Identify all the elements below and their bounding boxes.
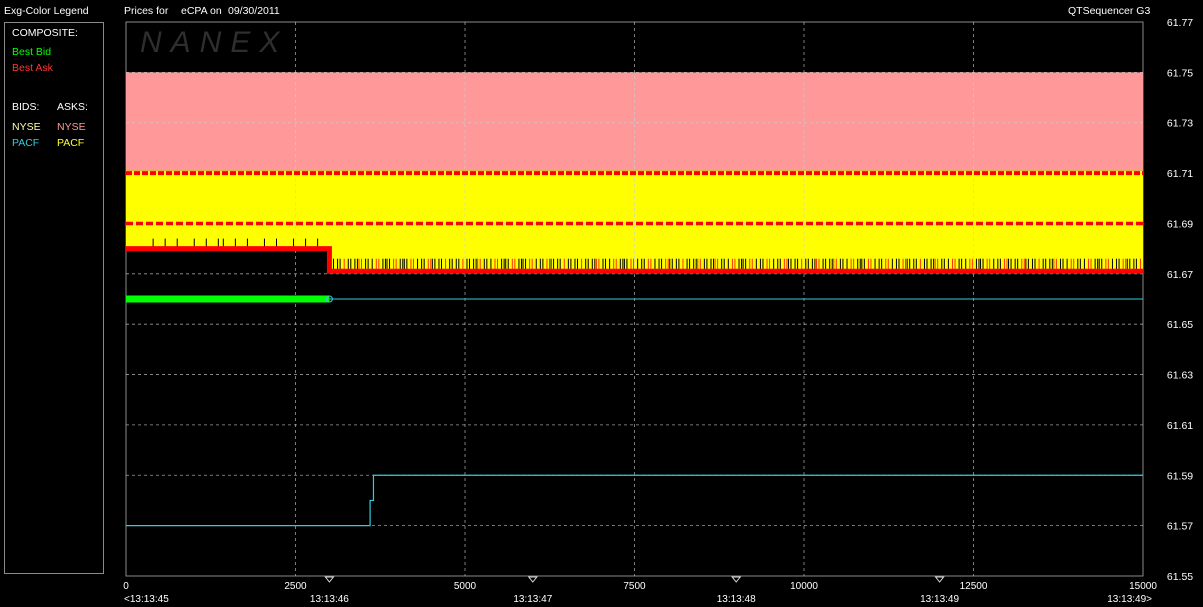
legend-bids-label: BIDS: [12, 101, 40, 113]
legend-bid-pacf: PACF [12, 137, 40, 149]
x-tick-label: 12500 [960, 581, 988, 592]
on-label: on [210, 5, 222, 17]
legend-ask-pacf: PACF [57, 137, 85, 149]
y-tick-label: 61.67 [1167, 269, 1193, 281]
y-tick-label: 61.55 [1167, 571, 1193, 583]
time-tick-marker [934, 576, 945, 583]
time-tick-label: 13:13:49 [920, 594, 959, 605]
legend-bid-nyse: NYSE [12, 121, 41, 133]
time-tick-marker [731, 576, 742, 583]
time-tick-label: 13:13:48 [717, 594, 756, 605]
legend-asks-label: ASKS: [57, 101, 88, 113]
time-tick-label: 13:13:49> [1107, 594, 1152, 605]
prices-label: Prices for [124, 5, 169, 17]
legend-best-bid: Best Bid [12, 46, 52, 58]
nanex-watermark: NANEX [140, 26, 288, 59]
y-tick-label: 61.61 [1167, 420, 1193, 432]
price-chart: NANEX 61.55 61.57 61.59 61.61 61.63 61.65 61.67… [123, 17, 1193, 605]
y-tick-label: 61.71 [1167, 168, 1193, 180]
legend-ask-nyse: NYSE [57, 121, 86, 133]
x-tick-label: 15000 [1129, 581, 1157, 592]
time-tick-label: 13:13:46 [310, 594, 349, 605]
y-tick-label: 61.77 [1167, 17, 1193, 29]
x-tick-label: 0 [123, 581, 129, 592]
x-tick-label: 5000 [454, 581, 477, 592]
time-tick-label: <13:13:45 [124, 594, 169, 605]
time-tick-marker [527, 576, 538, 583]
date-label: 09/30/2011 [228, 5, 280, 17]
x-tick-label: 2500 [284, 581, 307, 592]
x-tick-label: 10000 [790, 581, 818, 592]
y-tick-label: 61.59 [1167, 470, 1193, 482]
y-tick-label: 61.73 [1167, 118, 1193, 130]
y-tick-label: 61.65 [1167, 319, 1193, 331]
legend-title: Exg-Color Legend [4, 5, 89, 17]
y-tick-label: 61.63 [1167, 370, 1193, 382]
legend-best-ask: Best Ask [12, 62, 53, 74]
time-tick-marker [324, 576, 335, 583]
time-tick-label: 13:13:47 [513, 594, 552, 605]
y-tick-label: 61.57 [1167, 521, 1193, 533]
x-tick-label: 7500 [623, 581, 646, 592]
y-tick-label: 61.75 [1167, 67, 1193, 79]
legend-composite-label: COMPOSITE: [12, 27, 78, 39]
symbol-label: eCPA [181, 5, 208, 17]
y-tick-label: 61.69 [1167, 218, 1193, 230]
app-name: QTSequencer G3 [1068, 5, 1151, 17]
